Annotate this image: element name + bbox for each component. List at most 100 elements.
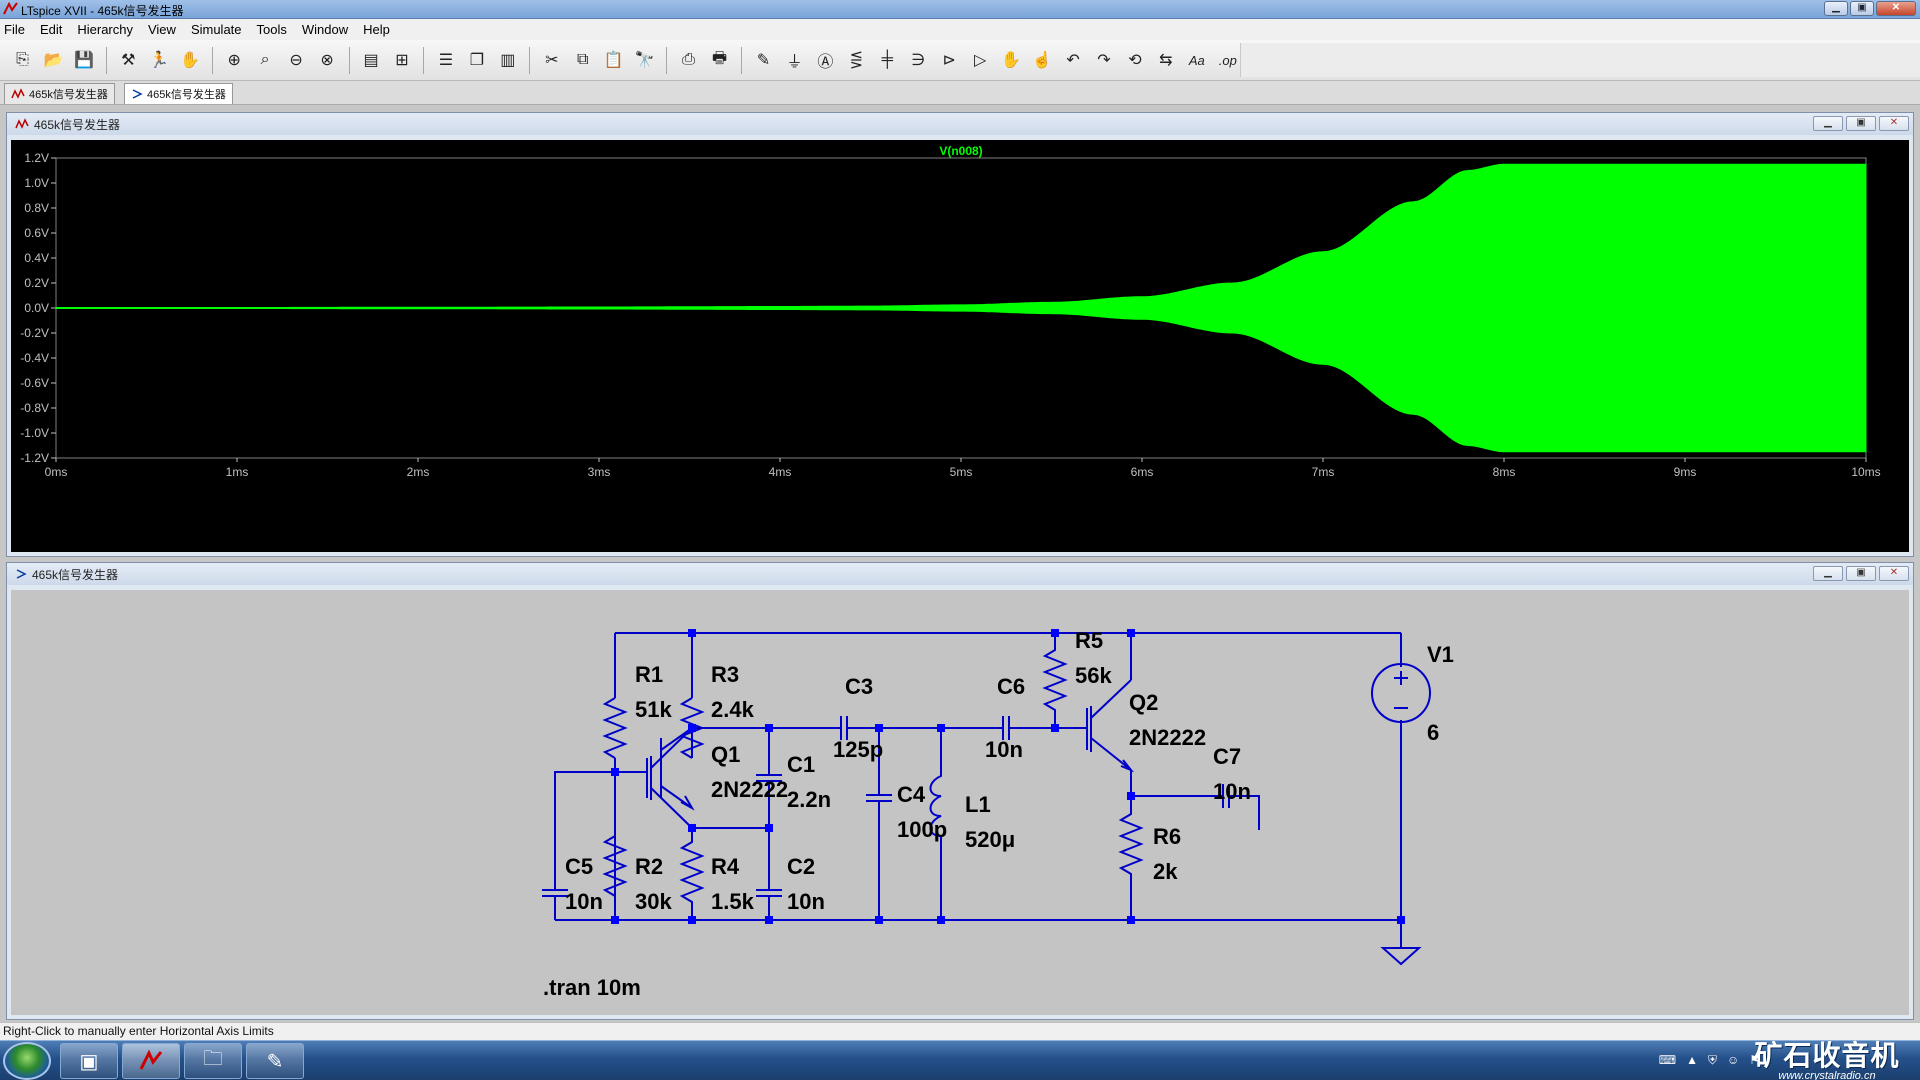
autorange-icon[interactable]: ▤ — [359, 47, 384, 74]
move-icon[interactable]: ✋ — [999, 47, 1024, 74]
tile-vertical-icon[interactable]: ▥ — [495, 47, 520, 74]
inductor-icon[interactable]: ∋ — [906, 47, 931, 74]
zoom-out-icon[interactable]: ⊖ — [284, 47, 309, 74]
print-icon[interactable]: ⎙ — [676, 47, 701, 74]
component-value-c6[interactable]: 10n — [985, 737, 1023, 762]
component-value-c5[interactable]: 10n — [565, 889, 603, 914]
new-schematic-icon[interactable]: ⎘ — [10, 47, 35, 74]
component-value-r3[interactable]: 2.4k — [711, 697, 755, 722]
waveform-minimize-button[interactable]: ▁ — [1813, 116, 1843, 131]
waveform-plot[interactable]: 1.2V 1.0V 0.8V 0.6V 0.4V 0.2V 0.0V -0.2V -0.4V -0… — [11, 140, 1909, 552]
menu-window[interactable]: Window — [302, 22, 348, 37]
tab-waveform[interactable]: 465k信号发生器 — [4, 83, 115, 104]
control-panel-icon[interactable]: ⚒ — [116, 47, 141, 74]
show-hidden-icon[interactable]: ▲ — [1686, 1053, 1698, 1068]
zoom-in-icon[interactable]: ⊕ — [222, 47, 247, 74]
component-value-v1[interactable]: 6 — [1427, 720, 1439, 745]
keyboard-icon[interactable]: ⌨ — [1659, 1053, 1676, 1068]
taskbar-ltspice[interactable] — [122, 1043, 180, 1079]
component-value-l1[interactable]: 520μ — [965, 827, 1015, 852]
waveform-maximize-button[interactable]: ▣ — [1846, 116, 1876, 131]
spice-directive-icon[interactable]: .op — [1215, 47, 1240, 74]
component-ref-c5[interactable]: C5 — [565, 854, 593, 879]
schematic-minimize-button[interactable]: ▁ — [1813, 566, 1843, 581]
taskbar-paint[interactable]: ✎ — [246, 1043, 304, 1079]
menu-simulate[interactable]: Simulate — [191, 22, 242, 37]
cascade-icon[interactable]: ❐ — [464, 47, 489, 74]
component-ref-r4[interactable]: R4 — [711, 854, 740, 879]
paste-icon[interactable]: 📋 — [601, 47, 626, 74]
component-ref-r2[interactable]: R2 — [635, 854, 663, 879]
component-ref-v1[interactable]: V1 — [1427, 642, 1454, 667]
save-icon[interactable]: 💾 — [72, 47, 97, 74]
component-value-r1[interactable]: 51k — [635, 697, 672, 722]
component-value-r6[interactable]: 2k — [1153, 859, 1178, 884]
component-ref-c7[interactable]: C7 — [1213, 744, 1241, 769]
schematic-maximize-button[interactable]: ▣ — [1846, 566, 1876, 581]
tile-horizontal-icon[interactable]: ☰ — [433, 47, 458, 74]
component-ref-r3[interactable]: R3 — [711, 662, 739, 687]
component-ref-r5[interactable]: R5 — [1075, 628, 1103, 653]
find-icon[interactable]: 🔭 — [632, 47, 657, 74]
undo-icon[interactable]: ↶ — [1061, 47, 1086, 74]
label-icon[interactable]: Ⓐ — [813, 47, 838, 74]
component-ref-r1[interactable]: R1 — [635, 662, 663, 687]
component-ref-c6[interactable]: C6 — [997, 674, 1025, 699]
spice-directive[interactable]: .tran 10m — [543, 975, 641, 1000]
component-ref-l1[interactable]: L1 — [965, 792, 991, 817]
halt-icon[interactable]: ✋ — [178, 47, 203, 74]
menu-tools[interactable]: Tools — [257, 22, 287, 37]
schematic-drawing[interactable]: R151kR32.4kQ12N2222C12.2nC3125pC4100pL15… — [11, 590, 1909, 1015]
component-value-c1[interactable]: 2.2n — [787, 787, 831, 812]
text-icon[interactable]: Aa — [1184, 47, 1209, 74]
copy-icon[interactable]: ⧉ — [570, 47, 595, 74]
close-button[interactable]: ✕ — [1876, 1, 1916, 16]
menu-help[interactable]: Help — [363, 22, 390, 37]
component-value-r2[interactable]: 30k — [635, 889, 672, 914]
component-ref-c3[interactable]: C3 — [845, 674, 873, 699]
tab-schematic[interactable]: 465k信号发生器 — [124, 83, 233, 104]
component-value-c3[interactable]: 125p — [833, 737, 883, 762]
taskbar-explorer[interactable]: 🗀 — [184, 1043, 242, 1079]
component-value-q1[interactable]: 2N2222 — [711, 777, 788, 802]
component-value-q2[interactable]: 2N2222 — [1129, 725, 1206, 750]
open-icon[interactable]: 📂 — [41, 47, 66, 74]
component-ref-r6[interactable]: R6 — [1153, 824, 1181, 849]
menu-file[interactable]: File — [4, 22, 25, 37]
component-ref-q1[interactable]: Q1 — [711, 742, 740, 767]
component-value-r4[interactable]: 1.5k — [711, 889, 755, 914]
run-icon[interactable]: 🏃 — [147, 47, 172, 74]
diode-icon[interactable]: ⊳ — [937, 47, 962, 74]
component-value-r5[interactable]: 56k — [1075, 663, 1112, 688]
waveform-plot-area[interactable]: 1.2V 1.0V 0.8V 0.6V 0.4V 0.2V 0.0V -0.2V -0.4V -0… — [11, 140, 1909, 552]
menu-hierarchy[interactable]: Hierarchy — [77, 22, 133, 37]
component-value-c2[interactable]: 10n — [787, 889, 825, 914]
redo-icon[interactable]: ↷ — [1092, 47, 1117, 74]
resistor-icon[interactable]: ⋚ — [844, 47, 869, 74]
taskbar-app-1[interactable]: ▣ — [60, 1043, 118, 1079]
mirror-icon[interactable]: ⇆ — [1153, 47, 1178, 74]
schematic-canvas[interactable]: R1 51k R3 2.4k Q1 2N2222 C1 2.2n C3 125p C4 100p L1 5… — [11, 590, 1909, 1015]
draw-wire-icon[interactable]: ✎ — [751, 47, 776, 74]
print-setup-icon[interactable]: 🖶 — [707, 47, 732, 74]
component-ref-c4[interactable]: C4 — [897, 782, 926, 807]
menu-edit[interactable]: Edit — [40, 22, 62, 37]
component-value-c4[interactable]: 100p — [897, 817, 947, 842]
ground-icon[interactable]: ⏚ — [782, 47, 807, 74]
qq-icon[interactable]: ☺ — [1727, 1053, 1739, 1068]
start-button[interactable] — [3, 1042, 51, 1080]
component-ref-c2[interactable]: C2 — [787, 854, 815, 879]
shield-icon[interactable]: ⛨ — [1708, 1053, 1717, 1068]
component-ref-q2[interactable]: Q2 — [1129, 690, 1158, 715]
maximize-button[interactable]: ▣ — [1850, 1, 1874, 16]
rotate-icon[interactable]: ⟲ — [1122, 47, 1147, 74]
component-icon[interactable]: ▷ — [968, 47, 993, 74]
minimize-button[interactable]: ▁ — [1824, 1, 1848, 16]
schematic-close-button[interactable]: ✕ — [1879, 566, 1909, 581]
waveform-close-button[interactable]: ✕ — [1879, 116, 1909, 131]
cut-icon[interactable]: ✂ — [539, 47, 564, 74]
component-ref-c1[interactable]: C1 — [787, 752, 815, 777]
drag-icon[interactable]: ☝ — [1030, 47, 1055, 74]
grid-icon[interactable]: ⊞ — [389, 47, 414, 74]
component-value-c7[interactable]: 10n — [1213, 779, 1251, 804]
